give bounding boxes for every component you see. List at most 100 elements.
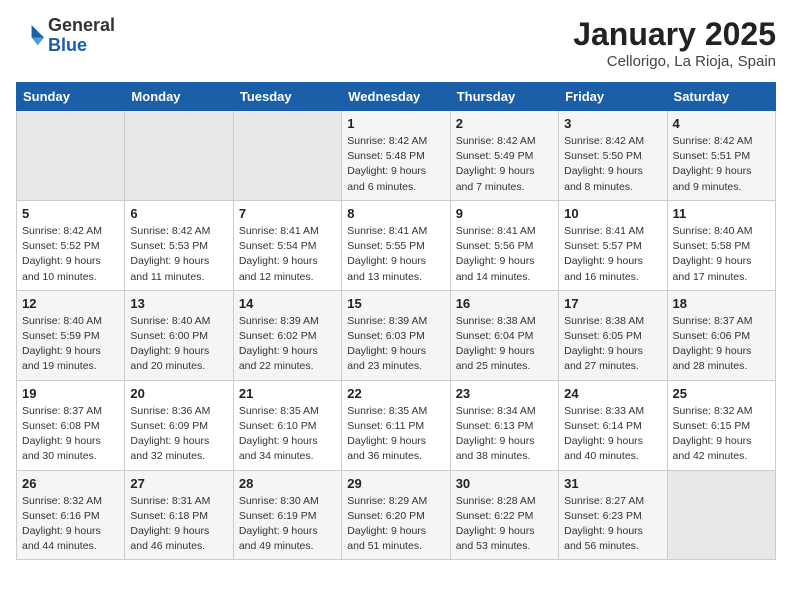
cell-info: Sunrise: 8:38 AM Sunset: 6:04 PM Dayligh… bbox=[456, 314, 553, 375]
calendar-cell: 25 Sunrise: 8:32 AM Sunset: 6:15 PM Dayli… bbox=[667, 380, 775, 470]
calendar-cell: 12 Sunrise: 8:40 AM Sunset: 5:59 PM Dayli… bbox=[17, 290, 125, 380]
calendar-table: SundayMondayTuesdayWednesdayThursdayFrid… bbox=[16, 82, 776, 560]
calendar-cell: 16 Sunrise: 8:38 AM Sunset: 6:04 PM Dayli… bbox=[450, 290, 558, 380]
day-number: 31 bbox=[564, 476, 661, 491]
weekday-header-row: SundayMondayTuesdayWednesdayThursdayFrid… bbox=[17, 83, 776, 111]
cell-info: Sunrise: 8:40 AM Sunset: 5:59 PM Dayligh… bbox=[22, 314, 119, 375]
day-number: 24 bbox=[564, 386, 661, 401]
cell-info: Sunrise: 8:42 AM Sunset: 5:48 PM Dayligh… bbox=[347, 134, 444, 195]
cell-info: Sunrise: 8:42 AM Sunset: 5:49 PM Dayligh… bbox=[456, 134, 553, 195]
calendar-cell: 30 Sunrise: 8:28 AM Sunset: 6:22 PM Dayli… bbox=[450, 470, 558, 560]
calendar-cell: 14 Sunrise: 8:39 AM Sunset: 6:02 PM Dayli… bbox=[233, 290, 341, 380]
day-number: 26 bbox=[22, 476, 119, 491]
calendar-week-5: 26Sunrise: 8:32 AM Sunset: 6:16 PM Dayli… bbox=[17, 470, 776, 560]
month-title: January 2025 bbox=[573, 16, 776, 53]
cell-info: Sunrise: 8:36 AM Sunset: 6:09 PM Dayligh… bbox=[130, 404, 227, 465]
cell-info: Sunrise: 8:38 AM Sunset: 6:05 PM Dayligh… bbox=[564, 314, 661, 375]
cell-info: Sunrise: 8:31 AM Sunset: 6:18 PM Dayligh… bbox=[130, 494, 227, 555]
cell-info: Sunrise: 8:40 AM Sunset: 6:00 PM Dayligh… bbox=[130, 314, 227, 375]
day-number: 4 bbox=[673, 116, 770, 131]
calendar-cell: 9 Sunrise: 8:41 AM Sunset: 5:56 PM Daylig… bbox=[450, 200, 558, 290]
calendar-cell: 17 Sunrise: 8:38 AM Sunset: 6:05 PM Dayli… bbox=[559, 290, 667, 380]
day-number: 22 bbox=[347, 386, 444, 401]
calendar-cell bbox=[667, 470, 775, 560]
day-number: 7 bbox=[239, 206, 336, 221]
calendar-cell: 26Sunrise: 8:32 AM Sunset: 6:16 PM Dayli… bbox=[17, 470, 125, 560]
calendar-cell: 19Sunrise: 8:37 AM Sunset: 6:08 PM Dayli… bbox=[17, 380, 125, 470]
day-number: 21 bbox=[239, 386, 336, 401]
cell-info: Sunrise: 8:32 AM Sunset: 6:15 PM Dayligh… bbox=[673, 404, 770, 465]
cell-info: Sunrise: 8:42 AM Sunset: 5:50 PM Dayligh… bbox=[564, 134, 661, 195]
day-number: 29 bbox=[347, 476, 444, 491]
cell-info: Sunrise: 8:41 AM Sunset: 5:56 PM Dayligh… bbox=[456, 224, 553, 285]
cell-info: Sunrise: 8:33 AM Sunset: 6:14 PM Dayligh… bbox=[564, 404, 661, 465]
calendar-week-2: 5Sunrise: 8:42 AM Sunset: 5:52 PM Daylig… bbox=[17, 200, 776, 290]
calendar-cell: 6 Sunrise: 8:42 AM Sunset: 5:53 PM Daylig… bbox=[125, 200, 233, 290]
day-number: 30 bbox=[456, 476, 553, 491]
day-number: 15 bbox=[347, 296, 444, 311]
day-number: 8 bbox=[347, 206, 444, 221]
day-number: 17 bbox=[564, 296, 661, 311]
cell-info: Sunrise: 8:41 AM Sunset: 5:55 PM Dayligh… bbox=[347, 224, 444, 285]
weekday-header-wednesday: Wednesday bbox=[342, 83, 450, 111]
calendar-cell: 21 Sunrise: 8:35 AM Sunset: 6:10 PM Dayli… bbox=[233, 380, 341, 470]
logo-general-text: General bbox=[48, 15, 115, 35]
calendar-cell: 24 Sunrise: 8:33 AM Sunset: 6:14 PM Dayli… bbox=[559, 380, 667, 470]
day-number: 16 bbox=[456, 296, 553, 311]
day-number: 1 bbox=[347, 116, 444, 131]
cell-info: Sunrise: 8:35 AM Sunset: 6:10 PM Dayligh… bbox=[239, 404, 336, 465]
day-number: 20 bbox=[130, 386, 227, 401]
day-number: 6 bbox=[130, 206, 227, 221]
calendar-cell bbox=[125, 111, 233, 201]
cell-info: Sunrise: 8:27 AM Sunset: 6:23 PM Dayligh… bbox=[564, 494, 661, 555]
weekday-header-thursday: Thursday bbox=[450, 83, 558, 111]
calendar-cell: 1 Sunrise: 8:42 AM Sunset: 5:48 PM Daylig… bbox=[342, 111, 450, 201]
day-number: 14 bbox=[239, 296, 336, 311]
calendar-cell: 13 Sunrise: 8:40 AM Sunset: 6:00 PM Dayli… bbox=[125, 290, 233, 380]
cell-info: Sunrise: 8:40 AM Sunset: 5:58 PM Dayligh… bbox=[673, 224, 770, 285]
day-number: 18 bbox=[673, 296, 770, 311]
cell-info: Sunrise: 8:29 AM Sunset: 6:20 PM Dayligh… bbox=[347, 494, 444, 555]
logo: General Blue bbox=[16, 16, 115, 56]
calendar-cell: 15 Sunrise: 8:39 AM Sunset: 6:03 PM Dayli… bbox=[342, 290, 450, 380]
calendar-cell: 5Sunrise: 8:42 AM Sunset: 5:52 PM Daylig… bbox=[17, 200, 125, 290]
weekday-header-saturday: Saturday bbox=[667, 83, 775, 111]
calendar-cell: 11 Sunrise: 8:40 AM Sunset: 5:58 PM Dayli… bbox=[667, 200, 775, 290]
day-number: 13 bbox=[130, 296, 227, 311]
calendar-cell bbox=[233, 111, 341, 201]
cell-info: Sunrise: 8:41 AM Sunset: 5:54 PM Dayligh… bbox=[239, 224, 336, 285]
weekday-header-tuesday: Tuesday bbox=[233, 83, 341, 111]
calendar-cell: 29 Sunrise: 8:29 AM Sunset: 6:20 PM Dayli… bbox=[342, 470, 450, 560]
day-number: 28 bbox=[239, 476, 336, 491]
cell-info: Sunrise: 8:42 AM Sunset: 5:53 PM Dayligh… bbox=[130, 224, 227, 285]
cell-info: Sunrise: 8:35 AM Sunset: 6:11 PM Dayligh… bbox=[347, 404, 444, 465]
calendar-cell: 22 Sunrise: 8:35 AM Sunset: 6:11 PM Dayli… bbox=[342, 380, 450, 470]
cell-info: Sunrise: 8:34 AM Sunset: 6:13 PM Dayligh… bbox=[456, 404, 553, 465]
day-number: 2 bbox=[456, 116, 553, 131]
day-number: 11 bbox=[673, 206, 770, 221]
cell-info: Sunrise: 8:39 AM Sunset: 6:02 PM Dayligh… bbox=[239, 314, 336, 375]
page-header: General Blue January 2025 Cellorigo, La … bbox=[16, 16, 776, 70]
calendar-cell: 8 Sunrise: 8:41 AM Sunset: 5:55 PM Daylig… bbox=[342, 200, 450, 290]
day-number: 25 bbox=[673, 386, 770, 401]
day-number: 12 bbox=[22, 296, 119, 311]
day-number: 10 bbox=[564, 206, 661, 221]
cell-info: Sunrise: 8:30 AM Sunset: 6:19 PM Dayligh… bbox=[239, 494, 336, 555]
calendar-cell: 28 Sunrise: 8:30 AM Sunset: 6:19 PM Dayli… bbox=[233, 470, 341, 560]
title-block: January 2025 Cellorigo, La Rioja, Spain bbox=[573, 16, 776, 70]
weekday-header-sunday: Sunday bbox=[17, 83, 125, 111]
logo-blue-text: Blue bbox=[48, 35, 87, 55]
calendar-week-1: 1 Sunrise: 8:42 AM Sunset: 5:48 PM Daylig… bbox=[17, 111, 776, 201]
weekday-header-friday: Friday bbox=[559, 83, 667, 111]
cell-info: Sunrise: 8:37 AM Sunset: 6:06 PM Dayligh… bbox=[673, 314, 770, 375]
calendar-cell: 2 Sunrise: 8:42 AM Sunset: 5:49 PM Daylig… bbox=[450, 111, 558, 201]
cell-info: Sunrise: 8:28 AM Sunset: 6:22 PM Dayligh… bbox=[456, 494, 553, 555]
calendar-cell: 23Sunrise: 8:34 AM Sunset: 6:13 PM Dayli… bbox=[450, 380, 558, 470]
cell-info: Sunrise: 8:41 AM Sunset: 5:57 PM Dayligh… bbox=[564, 224, 661, 285]
day-number: 9 bbox=[456, 206, 553, 221]
calendar-cell: 7 Sunrise: 8:41 AM Sunset: 5:54 PM Daylig… bbox=[233, 200, 341, 290]
day-number: 3 bbox=[564, 116, 661, 131]
location-text: Cellorigo, La Rioja, Spain bbox=[573, 53, 776, 70]
calendar-cell: 3 Sunrise: 8:42 AM Sunset: 5:50 PM Daylig… bbox=[559, 111, 667, 201]
cell-info: Sunrise: 8:39 AM Sunset: 6:03 PM Dayligh… bbox=[347, 314, 444, 375]
